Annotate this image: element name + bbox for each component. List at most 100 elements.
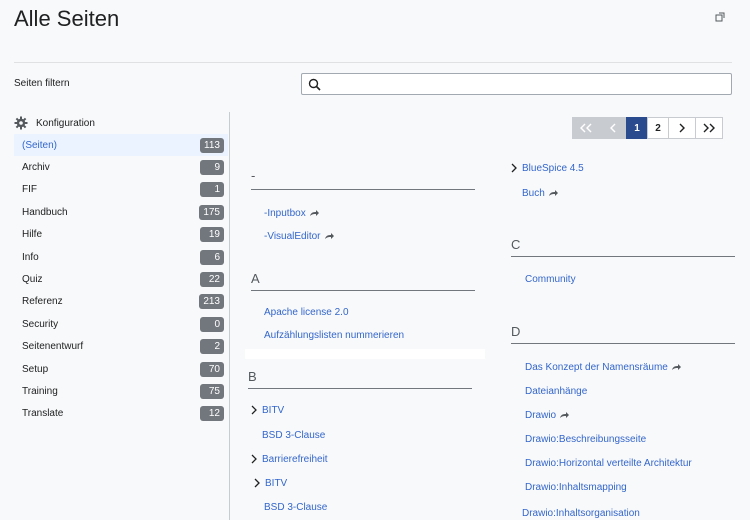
first-page-button[interactable] (572, 117, 600, 139)
page-link-label: Buch (522, 188, 545, 199)
namespace-label: Quiz (22, 274, 43, 286)
namespace-label: (Seiten) (22, 139, 58, 151)
header-divider (14, 62, 732, 63)
page-link[interactable]: Community (525, 274, 576, 285)
namespace-label: Seitenentwurf (22, 341, 84, 353)
namespace-item[interactable]: Referenz 213 (14, 291, 228, 313)
page-link[interactable]: Buch (522, 188, 558, 199)
namespace-label: Referenz (22, 296, 63, 308)
page-link[interactable]: Apache license 2.0 (264, 307, 349, 318)
page-link[interactable]: Das Konzept der Namensräume (525, 362, 681, 373)
chevron-right-icon[interactable] (250, 454, 258, 464)
page-link-expandable[interactable]: BITV (250, 405, 284, 416)
count-badge: 9 (200, 160, 224, 176)
sidebar-divider (229, 112, 230, 520)
namespace-label: Setup (22, 363, 49, 375)
page-link[interactable]: Drawio:Inhaltsorganisation (522, 508, 640, 519)
count-badge: 19 (200, 227, 224, 243)
namespace-item[interactable]: Training 75 (14, 380, 228, 402)
namespace-item[interactable]: Archiv 9 (14, 156, 228, 178)
namespace-label: Security (22, 318, 59, 330)
namespace-label: Hilfe (22, 229, 43, 241)
page-link[interactable]: -VisualEditor (264, 231, 334, 242)
namespace-item[interactable]: Security 0 (14, 313, 228, 335)
redirect-icon (309, 210, 319, 217)
namespace-label: Translate (22, 408, 64, 420)
namespace-label: Training (22, 385, 58, 397)
namespace-item[interactable]: Handbuch 175 (14, 201, 228, 223)
count-badge: 70 (200, 361, 224, 377)
double-chevron-right-icon (703, 123, 715, 133)
page-link-expandable[interactable]: Barrierefreiheit (250, 454, 328, 465)
chevron-right-icon[interactable] (510, 163, 518, 173)
section-rule (511, 343, 735, 344)
namespace-label: Info (22, 251, 39, 263)
previous-page-button[interactable] (599, 117, 627, 139)
page-link-label: -Inputbox (264, 208, 306, 219)
page-link-label: Barrierefreiheit (262, 454, 328, 465)
redirect-icon (548, 190, 558, 197)
chevron-right-icon[interactable] (253, 478, 261, 488)
namespace-item[interactable]: Hilfe 19 (14, 224, 228, 246)
next-page-button[interactable] (668, 117, 696, 139)
page-link-expandable[interactable]: BlueSpice 4.5 (510, 163, 584, 174)
section-heading: C (511, 237, 521, 252)
chevron-left-icon (610, 123, 616, 133)
namespace-item[interactable]: Seitenentwurf 2 (14, 336, 228, 358)
count-badge: 113 (200, 137, 224, 153)
namespace-item[interactable]: Translate 12 (14, 403, 228, 425)
count-badge: 213 (199, 294, 224, 310)
count-badge: 2 (200, 339, 224, 355)
filter-label: Seiten filtern (14, 78, 70, 89)
page-2-button[interactable]: 2 (647, 117, 669, 139)
search-icon (308, 78, 321, 91)
page-link-label: Drawio (525, 410, 557, 421)
count-badge: 22 (200, 272, 224, 288)
page-link[interactable]: Drawio (525, 410, 570, 421)
namespace-label: Archiv (22, 162, 50, 174)
page-link-expandable[interactable]: BITV (253, 478, 287, 489)
chevron-right-icon (679, 123, 685, 133)
page-link[interactable]: Aufzählungslisten nummerieren (264, 330, 404, 341)
page-link-label: -VisualEditor (264, 231, 321, 242)
page-link[interactable]: Drawio:Inhaltsmapping (525, 482, 627, 493)
section-heading: B (248, 369, 257, 384)
namespace-item[interactable]: FIF 1 (14, 179, 228, 201)
configuration-toggle[interactable]: Konfiguration (14, 114, 95, 132)
page-link[interactable]: -Inputbox (264, 208, 319, 219)
page-link-label: BlueSpice 4.5 (522, 163, 584, 174)
namespace-label: FIF (22, 184, 37, 196)
search-input[interactable] (326, 76, 730, 94)
count-badge: 175 (199, 204, 224, 220)
namespace-item[interactable]: Setup 70 (14, 358, 228, 380)
namespace-item[interactable]: Quiz 22 (14, 268, 228, 290)
section-heading: - (251, 168, 256, 183)
page-link[interactable]: Drawio:Beschreibungsseite (525, 434, 646, 445)
page-link[interactable]: BSD 3-Clause (264, 502, 327, 513)
count-badge: 6 (200, 249, 224, 265)
page-title: Alle Seiten (14, 6, 120, 31)
page-link[interactable]: Dateianhänge (525, 386, 587, 397)
count-badge: 75 (200, 383, 224, 399)
section-rule (251, 189, 475, 190)
count-badge: 12 (200, 406, 224, 422)
count-badge: 0 (200, 316, 224, 332)
namespace-item[interactable]: (Seiten) 113 (14, 134, 228, 157)
last-page-button[interactable] (695, 117, 723, 139)
page-link-label: Das Konzept der Namensräume (525, 362, 668, 373)
page-1-button[interactable]: 1 (626, 117, 648, 139)
filter-field[interactable] (301, 73, 732, 95)
section-heading: A (251, 271, 260, 286)
double-chevron-left-icon (580, 123, 592, 133)
namespace-item[interactable]: Info 6 (14, 246, 228, 268)
page-link[interactable]: BSD 3-Clause (262, 430, 325, 441)
page-link[interactable]: Drawio:Horizontal verteilte Architektur (525, 458, 692, 469)
popout-icon[interactable] (715, 12, 725, 22)
gear-icon (14, 116, 28, 130)
section-rule (251, 290, 475, 291)
redirect-icon (560, 412, 570, 419)
section-rule (511, 256, 735, 257)
redirect-icon (671, 364, 681, 371)
chevron-right-icon[interactable] (250, 405, 258, 415)
count-badge: 1 (200, 182, 224, 198)
